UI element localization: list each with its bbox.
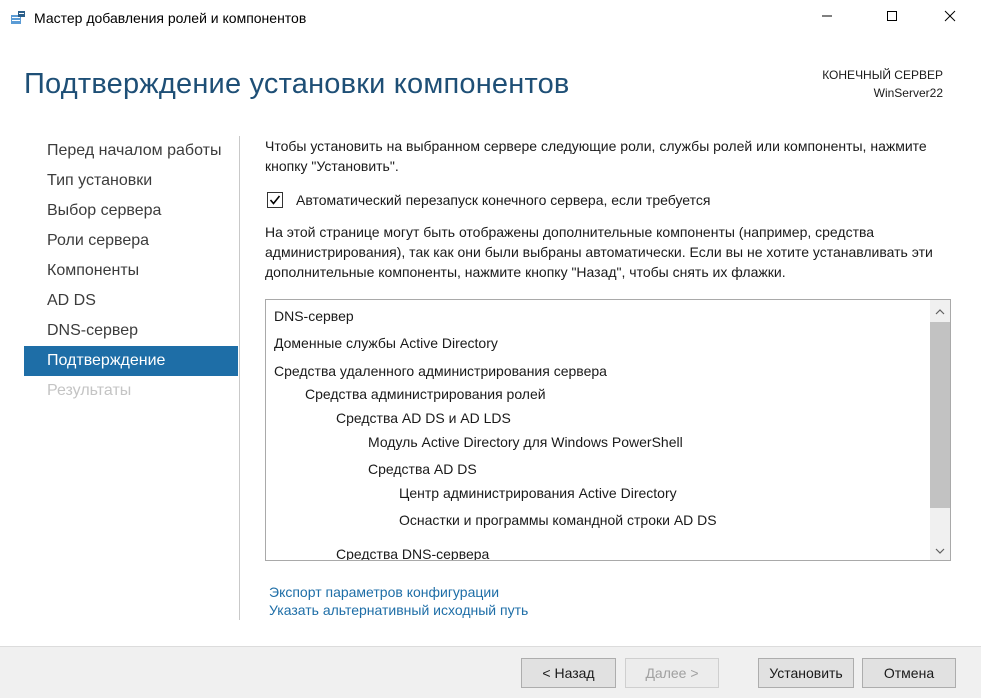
nav-item-results: Результаты (47, 382, 132, 399)
server-manager-icon (10, 10, 26, 26)
window-title: Мастер добавления ролей и компонентов (34, 10, 307, 26)
nav-item-features[interactable]: Компоненты (24, 256, 238, 286)
title-bar: Мастер добавления ролей и компонентов (0, 0, 981, 38)
minimize-button[interactable] (804, 0, 850, 36)
list-item: Модуль Active Directory для Windows Powe… (368, 434, 683, 450)
list-item: Средства администрирования ролей (305, 386, 546, 402)
maximize-button[interactable] (869, 0, 915, 36)
links-area: Экспорт параметров конфигурации Указать … (269, 583, 528, 619)
destination-server-label: КОНЕЧНЫЙ СЕРВЕР (822, 68, 943, 82)
next-button: Далее > (625, 658, 719, 688)
main-content: Чтобы установить на выбранном сервере сл… (265, 136, 953, 280)
install-button[interactable]: Установить (758, 658, 854, 688)
chevron-up-icon (935, 302, 945, 320)
maximize-icon (886, 9, 898, 27)
destination-server-name: WinServer22 (873, 86, 943, 100)
close-button[interactable] (927, 0, 973, 36)
nav-item-confirmation[interactable]: Подтверждение (24, 346, 238, 376)
minimize-icon (821, 9, 833, 27)
nav-item-before-you-begin[interactable]: Перед началом работы (24, 136, 238, 166)
nav-item-dns-server[interactable]: DNS-сервер (24, 316, 238, 346)
wizard-steps-nav: Перед началом работы Тип установки Выбор… (24, 136, 238, 406)
back-button[interactable]: < Назад (521, 658, 616, 688)
page-title: Подтверждение установки компонентов (24, 68, 570, 100)
list-item: Доменные службы Active Directory (274, 335, 498, 351)
components-list-scrollbar[interactable] (930, 300, 950, 560)
restart-checkbox-label[interactable]: Автоматический перезапуск конечного серв… (296, 192, 710, 208)
list-item: Центр администрирования Active Directory (399, 485, 677, 501)
nav-item-server-roles[interactable]: Роли сервера (24, 226, 238, 256)
nav-item-ad-ds[interactable]: AD DS (24, 286, 238, 316)
scroll-up-button[interactable] (930, 301, 950, 321)
restart-option: Автоматический перезапуск конечного серв… (265, 192, 710, 208)
restart-checkbox[interactable] (267, 192, 283, 208)
cancel-button[interactable]: Отмена (862, 658, 956, 688)
additional-features-note: На этой странице могут быть отображены д… (265, 224, 933, 280)
list-item: Средства AD DS и AD LDS (336, 410, 511, 426)
list-item: Средства DNS-сервера (336, 546, 490, 561)
nav-item-installation-type[interactable]: Тип установки (24, 166, 238, 196)
components-list[interactable]: DNS-сервер Доменные службы Active Direct… (265, 299, 951, 561)
list-item: Оснастки и программы командной строки AD… (399, 512, 717, 528)
checkmark-icon (269, 195, 281, 205)
alternate-source-link[interactable]: Указать альтернативный исходный путь (269, 601, 528, 619)
scroll-thumb[interactable] (930, 322, 950, 508)
scroll-down-button[interactable] (930, 540, 950, 560)
close-icon (944, 9, 956, 27)
list-item: DNS-сервер (274, 308, 354, 324)
intro-text: Чтобы установить на выбранном сервере сл… (265, 138, 927, 174)
list-item: Средства удаленного администрирования се… (274, 363, 607, 379)
nav-item-server-selection[interactable]: Выбор сервера (24, 196, 238, 226)
list-item: Средства AD DS (368, 461, 477, 477)
chevron-down-icon (935, 541, 945, 559)
export-config-link[interactable]: Экспорт параметров конфигурации (269, 583, 528, 601)
nav-divider (239, 136, 240, 620)
